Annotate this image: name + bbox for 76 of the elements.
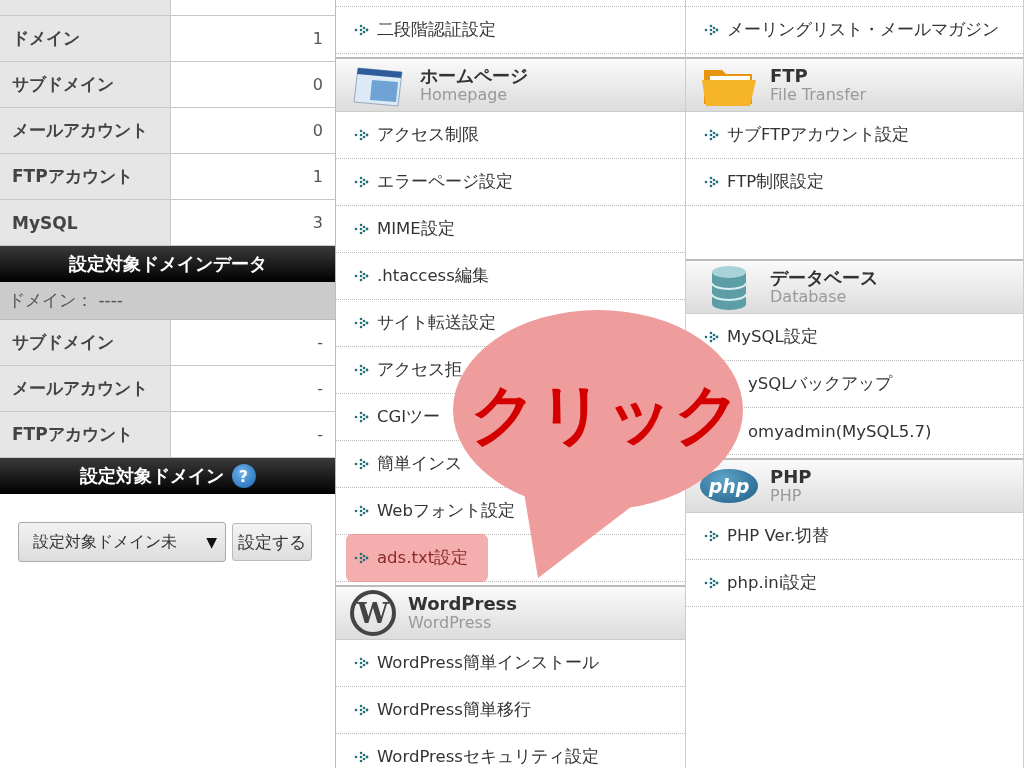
menu-link[interactable]: .htaccess編集 (354, 261, 489, 291)
menu-link[interactable]: サイト転送設定 (354, 308, 496, 338)
menu-link[interactable]: エラーページ設定 (354, 167, 513, 197)
row-value: 1 (311, 166, 324, 188)
arrow-icon (354, 552, 370, 564)
menu-link[interactable]: FTP制限設定 (704, 167, 825, 197)
section-title: FTP (770, 66, 809, 87)
arrow-icon (704, 176, 720, 188)
arrow-icon (704, 577, 720, 589)
row-value: 0 (311, 74, 324, 96)
section-header: 設定対象ドメインデータ (0, 246, 335, 282)
section-title: 設定対象ドメイン (79, 464, 224, 488)
section-subtitle: File Transfer (770, 86, 867, 104)
set-button[interactable]: 設定する (232, 523, 312, 561)
menu-link[interactable]: 簡単インス (354, 449, 462, 479)
arrow-icon (354, 129, 370, 141)
menu-link[interactable]: WordPressセキュリティ設定 (354, 742, 599, 768)
section-title: データベース (770, 268, 878, 289)
arrow-icon (354, 364, 370, 376)
row-label: MySQL (0, 200, 171, 245)
menu-link[interactable]: php.ini設定 (704, 568, 818, 598)
domain-bar: ドメイン： ---- (0, 282, 335, 320)
section-subtitle: WordPress (408, 614, 493, 632)
menu-link[interactable]: MIME設定 (354, 214, 455, 244)
menu-link[interactable]: omyadmin(MySQL5.7) (748, 416, 932, 446)
menu-link[interactable]: CGIツー (354, 402, 441, 432)
section-title: ホームページ (420, 66, 528, 87)
arrow-icon (704, 24, 720, 36)
row-label: FTPアカウント (0, 154, 171, 199)
caret-icon: ▼ (206, 534, 217, 550)
section-subtitle: Database (770, 288, 848, 306)
menu-link[interactable]: WordPress簡単インストール (354, 648, 599, 678)
menu-link[interactable]: サブFTPアカウント設定 (704, 120, 910, 150)
php-logo-icon: php (700, 469, 758, 503)
section-subtitle: Homepage (420, 86, 509, 104)
wordpress-logo-icon: W (350, 590, 396, 636)
arrow-icon (704, 530, 720, 542)
menu-link[interactable]: アクセス制限 (354, 120, 479, 150)
arrow-icon (704, 331, 720, 343)
row-label: サブドメイン (0, 62, 171, 107)
row-label: サブドメイン (0, 320, 171, 365)
row-value: 3 (311, 212, 324, 234)
menu-link[interactable]: ySQLバックアップ (748, 369, 893, 399)
arrow-icon (354, 24, 370, 36)
arrow-icon (354, 704, 370, 716)
menu-link[interactable]: 二段階認証設定 (354, 15, 496, 45)
section-title: PHP (770, 467, 812, 488)
row-value: - (316, 378, 324, 400)
menu-link[interactable]: メーリングリスト・メールマガジン (704, 15, 999, 45)
row-value: - (316, 424, 324, 446)
section-subtitle: PHP (770, 487, 803, 505)
arrow-icon (354, 270, 370, 282)
section-title: WordPress (408, 594, 518, 615)
arrow-icon (704, 129, 720, 141)
row-label: FTPアカウント (0, 412, 171, 457)
menu-link[interactable]: PHP Ver.切替 (704, 521, 830, 551)
menu-link[interactable]: ads.txt設定 (346, 534, 489, 582)
arrow-icon (354, 505, 370, 517)
arrow-icon (354, 411, 370, 423)
arrow-icon (354, 223, 370, 235)
row-label: ドメイン (0, 16, 171, 61)
arrow-icon (354, 751, 370, 763)
row-value: 1 (311, 28, 324, 50)
menu-link[interactable]: Webフォント設定 (354, 496, 515, 526)
menu-link[interactable]: MySQL設定 (704, 322, 818, 352)
row-label: メールアカウント (0, 366, 171, 411)
menu-link[interactable]: WordPress簡単移行 (354, 695, 531, 725)
row-label: メールアカウント (0, 108, 171, 153)
arrow-icon (354, 458, 370, 470)
arrow-icon (354, 657, 370, 669)
arrow-icon (354, 176, 370, 188)
menu-link[interactable]: アクセス拒 (354, 355, 462, 385)
arrow-icon (354, 317, 370, 329)
row-value: 0 (311, 120, 324, 142)
row-value: - (316, 332, 324, 354)
domain-select[interactable]: 設定対象ドメイン未 ▼ (18, 522, 226, 562)
